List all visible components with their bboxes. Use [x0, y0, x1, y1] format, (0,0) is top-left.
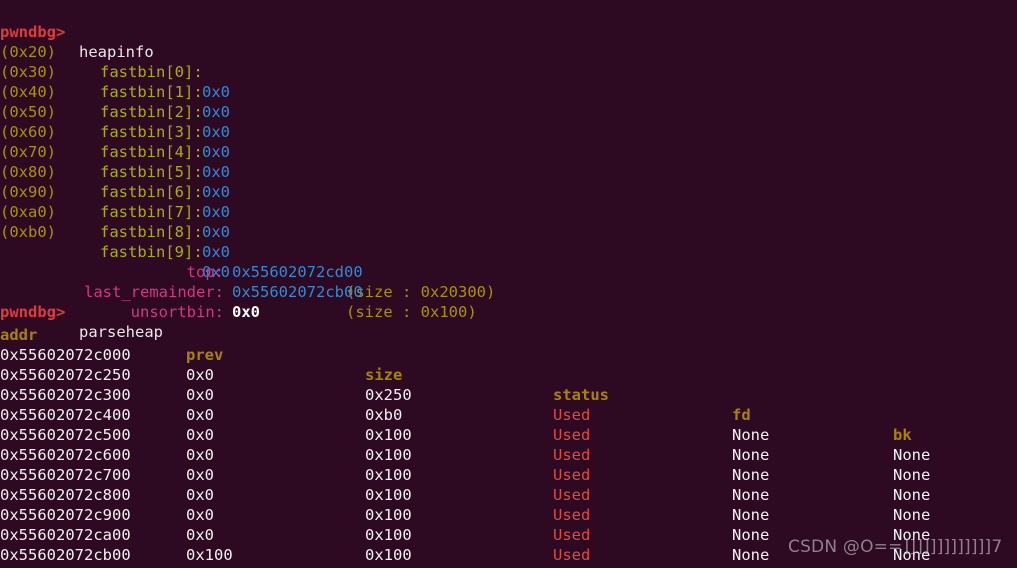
- table-row: 0x55602072c300 0x0 0x100 Used None None: [0, 365, 1017, 504]
- clipped-next-prompt-line: pwndbg>: [0, 562, 1017, 568]
- fastbin-row: (0x20) fastbin[0]: 0x0: [0, 22, 1017, 101]
- table-row: 0x55602072c700 0x0 0x100 Used None None: [0, 445, 1017, 568]
- fastbin-row: (0x80) fastbin[6]: 0x0: [0, 142, 1017, 221]
- fastbin-row: (0xa0) fastbin[8]: 0x0: [0, 182, 1017, 261]
- terminal-window[interactable]: pwndbg> heapinfo (0x20) fastbin[0]: 0x0 …: [0, 0, 1017, 568]
- table-row: 0x55602072c800 0x0 0x100 Used None None: [0, 465, 1017, 568]
- table-row: 0x55602072c400 0x0 0x100 Used None None: [0, 385, 1017, 524]
- command-line-parseheap: pwndbg> parseheap: [0, 282, 1017, 341]
- heap-top-row: top: 0x55602072cd00 (size : 0x20300): [0, 222, 1017, 301]
- fastbin-row: (0x70) fastbin[5]: 0x0: [0, 122, 1017, 201]
- fastbin-row: (0xb0) fastbin[9]: 0x0: [0, 202, 1017, 281]
- fastbin-row: (0x60) fastbin[4]: 0x0: [0, 102, 1017, 181]
- fastbin-row: (0x30) fastbin[1]: 0x0: [0, 42, 1017, 121]
- parseheap-table-header: addr prev size status fd bk: [0, 305, 1017, 444]
- table-row: 0x55602072c000 0x0 0x250 Used None None: [0, 325, 1017, 464]
- table-row: 0x55602072c500 0x0 0x100 Used None None: [0, 405, 1017, 544]
- table-row: 0x55602072cb00 0x200 0x100 Used None Non…: [0, 525, 1017, 568]
- fastbin-row: (0x90) fastbin[7]: 0x0: [0, 162, 1017, 241]
- table-row: 0x55602072c900 0x0 0x100 Used None None: [0, 485, 1017, 568]
- heap-last-remainder-row: last_remainder: 0x55602072cb00 (size : 0…: [0, 242, 1017, 321]
- command-line-heapinfo: pwndbg> heapinfo: [0, 2, 1017, 61]
- table-row: 0x55602072ca00 0x100 0x100 Used None Non…: [0, 505, 1017, 568]
- heap-unsortbin-row: unsortbin: 0x0: [0, 262, 1017, 321]
- fastbin-row: (0x50) fastbin[3]: 0x0: [0, 82, 1017, 161]
- table-row: 0x55602072c250 0x0 0xb0 Used None None: [0, 345, 1017, 484]
- table-row: 0x55602072c600 0x0 0x100 Used None None: [0, 425, 1017, 564]
- fastbin-row: (0x40) fastbin[2]: 0x0: [0, 62, 1017, 141]
